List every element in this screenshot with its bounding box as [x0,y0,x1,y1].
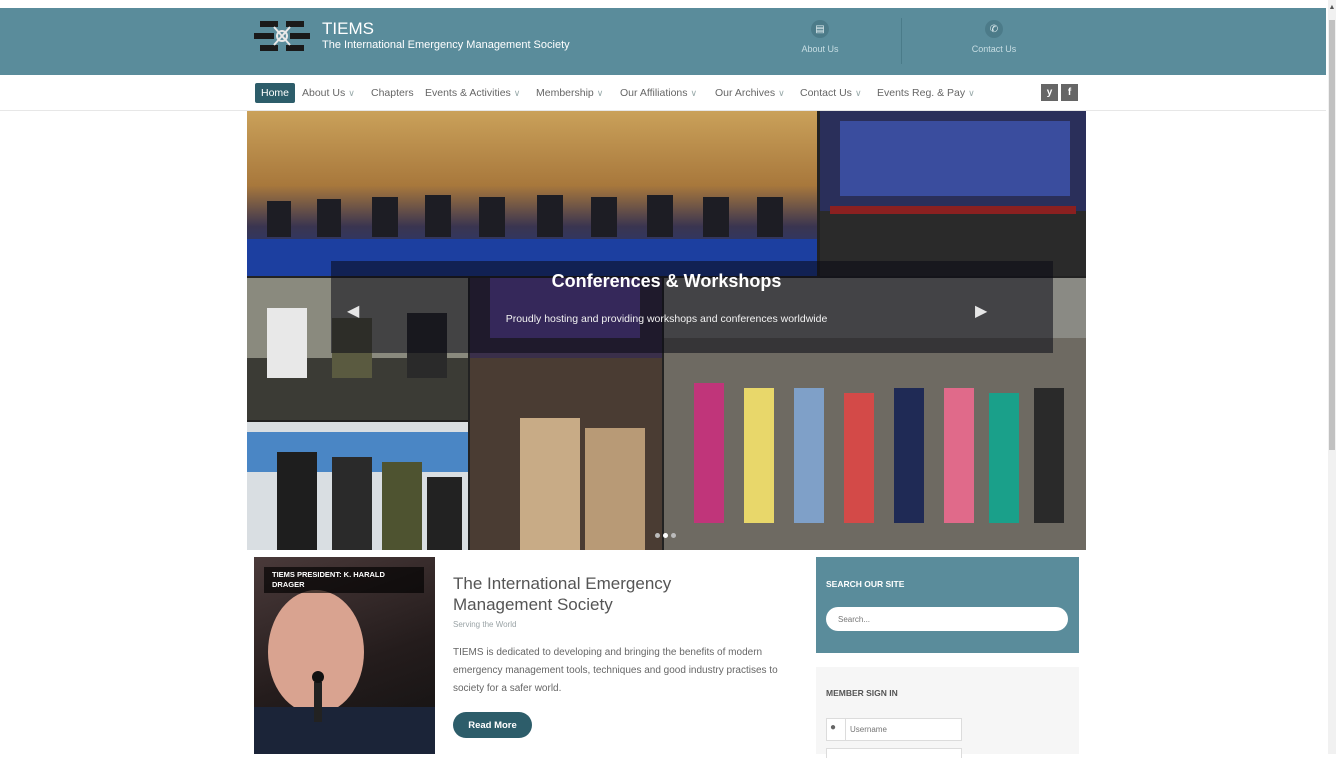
nav-our-affiliations-label: Our Affiliations [620,87,688,99]
nav-membership-label: Membership [536,87,594,99]
nav-events-activities-label: Events & Activities [425,87,511,99]
scroll-thumb[interactable] [1329,20,1335,450]
signin-title: MEMBER SIGN IN [826,688,898,698]
top-edge [0,0,1328,8]
site-header [0,8,1326,75]
president-label: TIEMS PRESIDENT: K. HARALD DRAGER [264,567,424,593]
intro-subtitle: Serving the World [453,620,517,629]
chevron-left-icon[interactable]: ◀ [347,301,359,321]
nav-events-reg-pay-label: Events Reg. & Pay [877,87,966,99]
chevron-down-icon: ∨ [778,88,785,98]
read-more-button[interactable]: Read More [453,712,532,738]
chevron-down-icon: ∨ [854,88,862,98]
brand[interactable]: TIEMS The International Emergency Manage… [322,20,570,52]
slider-dot[interactable] [655,533,660,538]
nav-about-us[interactable]: About Us ∨ [302,83,355,103]
user-icon: ● [830,722,837,733]
header-contact-link[interactable]: ✆ Contact Us [939,20,1049,54]
nav-home[interactable]: Home [255,83,296,103]
intro-title: The International Emergency Management S… [453,574,672,614]
chevron-down-icon: ∨ [348,88,355,98]
slider-dot[interactable] [671,533,676,538]
twitter-icon[interactable]: y [1041,84,1058,101]
slider-dot[interactable] [663,533,668,538]
header-about-label: About Us [801,44,839,54]
nav-events-reg-pay[interactable]: Events Reg. & Pay ∨ [877,83,975,103]
header-contact-label: Contact Us [971,44,1017,54]
brand-tagline: The International Emergency Management S… [322,39,570,51]
search-title: SEARCH OUR SITE [826,579,905,589]
id-card-icon: ▤ [811,20,829,38]
brand-name: TIEMS [322,19,374,38]
nav-our-affiliations[interactable]: Our Affiliations ∨ [620,83,697,103]
nav-our-archives[interactable]: Our Archives ∨ [715,83,785,103]
scroll-up-icon[interactable]: ▲ [1328,4,1336,14]
password-field-box[interactable] [826,748,962,758]
slide-title: Conferences & Workshops [551,271,782,291]
facebook-icon[interactable]: f [1061,84,1078,101]
nav-chapters[interactable]: Chapters [371,83,414,103]
search-input[interactable] [826,607,1068,631]
conference-panel-photo [247,111,817,276]
header-about-link[interactable]: ▤ About Us [765,20,875,54]
nav-membership[interactable]: Membership ∨ [536,83,603,103]
nav-our-archives-label: Our Archives [715,87,776,99]
slide-subtitle: Proudly hosting and providing workshops … [505,313,828,325]
nav-contact-us[interactable]: Contact Us ∨ [800,83,862,103]
nav-about-us-label: About Us [302,87,346,99]
tiems-logo-icon[interactable] [254,19,310,53]
nav-events-activities[interactable]: Events & Activities ∨ [425,83,520,103]
intro-body: TIEMS is dedicated to developing and bri… [453,647,778,694]
phone-icon: ✆ [985,20,1003,38]
ribbon-cutting-photo [247,422,468,550]
chevron-down-icon: ∨ [513,88,521,98]
chevron-down-icon: ∨ [596,88,604,98]
conference-hall-photo [820,111,1086,276]
chevron-down-icon: ∨ [690,88,698,98]
search-panel [816,557,1079,653]
slider-dots [655,533,676,538]
chevron-right-icon[interactable]: ▶ [975,301,987,321]
hero-slider[interactable]: Conferences & Workshops Proudly hosting … [247,111,1086,550]
chevron-down-icon: ∨ [968,88,975,98]
header-divider [901,18,902,64]
nav-contact-us-label: Contact Us [800,87,852,99]
username-input[interactable] [845,719,957,740]
